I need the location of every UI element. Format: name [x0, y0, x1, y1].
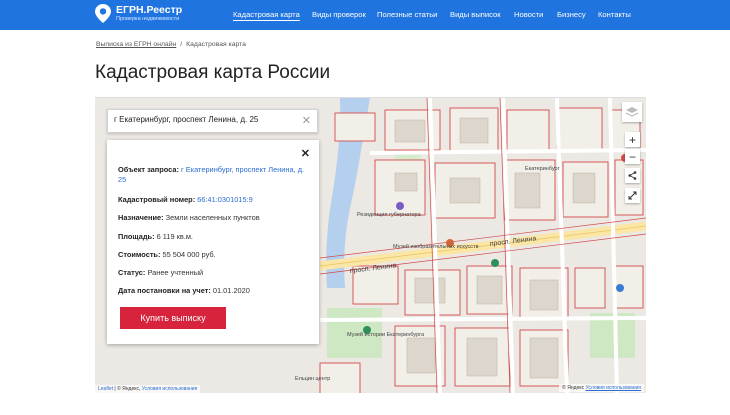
place-label: Музей изобразительных искусств	[393, 243, 479, 250]
cadastral-row: Кадастровый номер: 66:41:0301015:9	[118, 195, 313, 205]
clear-search-icon[interactable]: ✕	[302, 114, 311, 127]
address-search-input[interactable]	[114, 115, 294, 124]
status-row: Статус: Ранее учтенный	[118, 268, 313, 278]
object-label: Объект запроса:	[118, 165, 179, 174]
fullscreen-icon	[628, 191, 637, 200]
zoom-in-button[interactable]: +	[625, 132, 640, 147]
cost-value: 55 504 000 руб.	[162, 250, 216, 259]
purpose-label: Назначение:	[118, 213, 164, 222]
area-label: Площадь:	[118, 232, 155, 241]
place-label: Ельцин центр	[295, 376, 330, 382]
close-card-icon[interactable]: ✕	[301, 147, 310, 160]
date-value: 01.01.2020	[212, 286, 250, 295]
date-label: Дата постановки на учет:	[118, 286, 211, 295]
cadastral-map[interactable]: просп. Ленина просп. Ленина Резиденция г…	[95, 97, 646, 393]
purpose-value: Земли населенных пунктов	[165, 213, 260, 222]
map-attribution: Leaflet | © Яндекс, Условия использовани…	[95, 385, 201, 393]
fullscreen-button[interactable]	[625, 188, 640, 203]
layers-icon	[625, 107, 639, 117]
breadcrumb: Выписка из ЕГРН онлайн / Кадастровая карта	[96, 41, 246, 48]
map-pin-logo-icon	[95, 4, 111, 23]
logo-title: ЕГРН.Реестр	[116, 4, 183, 16]
buy-extract-button[interactable]: Купить выписку	[120, 307, 226, 329]
cost-label: Стоимость:	[118, 250, 161, 259]
status-value: Ранее учтенный	[147, 268, 204, 277]
nav-extract-types[interactable]: Виды выписок	[450, 10, 501, 19]
place-label: Музей истории Екатеринбурга	[347, 331, 425, 338]
map-copyright: © Яндекс Условия использования	[559, 384, 644, 392]
logo[interactable]: ЕГРН.Реестр Проверка недвижимости	[95, 4, 182, 23]
copyright-terms-link[interactable]: Условия использования	[586, 385, 642, 391]
attribution-sep: | ©	[113, 386, 123, 392]
nav-check-types[interactable]: Виды проверок	[312, 10, 366, 19]
breadcrumb-separator: /	[180, 41, 183, 48]
object-info-card: ✕ Объект запроса: г Екатеринбург, проспе…	[107, 140, 319, 344]
date-row: Дата постановки на учет: 01.01.2020	[118, 286, 313, 296]
nav-business[interactable]: Бизнесу	[557, 10, 586, 19]
nav-contacts[interactable]: Контакты	[598, 10, 631, 19]
cadastral-number-link[interactable]: 66:41:0301015:9	[197, 195, 252, 204]
area-row: Площадь: 6 119 кв.м.	[118, 232, 313, 242]
share-button[interactable]	[625, 168, 640, 183]
layers-button[interactable]	[622, 102, 642, 122]
object-row: Объект запроса: г Екатеринбург, проспект…	[118, 165, 313, 185]
cadastral-label: Кадастровый номер:	[118, 195, 196, 204]
logo-subtitle: Проверка недвижимости	[116, 16, 180, 22]
leaflet-link[interactable]: Leaflet	[98, 386, 113, 392]
area-value: 6 119 кв.м.	[156, 232, 193, 241]
purpose-row: Назначение: Земли населенных пунктов	[118, 213, 313, 223]
breadcrumb-home-link[interactable]: Выписка из ЕГРН онлайн	[96, 41, 176, 48]
page-title: Кадастровая карта России	[95, 62, 331, 83]
copyright-text: © Яндекс	[562, 385, 585, 391]
nav-cadastral-map[interactable]: Кадастровая карта	[233, 10, 300, 19]
place-label: Резиденция губернатора	[357, 212, 422, 218]
cost-row: Стоимость: 55 504 000 руб.	[118, 250, 313, 260]
place-label: Екатеринбург	[525, 166, 560, 172]
attribution-yandex: Яндекс	[122, 386, 139, 392]
address-search-box: ✕	[107, 109, 318, 133]
breadcrumb-current: Кадастровая карта	[186, 41, 246, 48]
zoom-out-button[interactable]: −	[625, 149, 640, 164]
attribution-terms-link[interactable]: Условия использования	[142, 386, 198, 392]
nav-news[interactable]: Новости	[514, 10, 543, 19]
header-bar: ЕГРН.Реестр Проверка недвижимости Кадаст…	[0, 0, 730, 30]
share-icon	[628, 171, 637, 180]
nav-articles[interactable]: Полезные статьи	[377, 10, 437, 19]
status-label: Статус:	[118, 268, 146, 277]
